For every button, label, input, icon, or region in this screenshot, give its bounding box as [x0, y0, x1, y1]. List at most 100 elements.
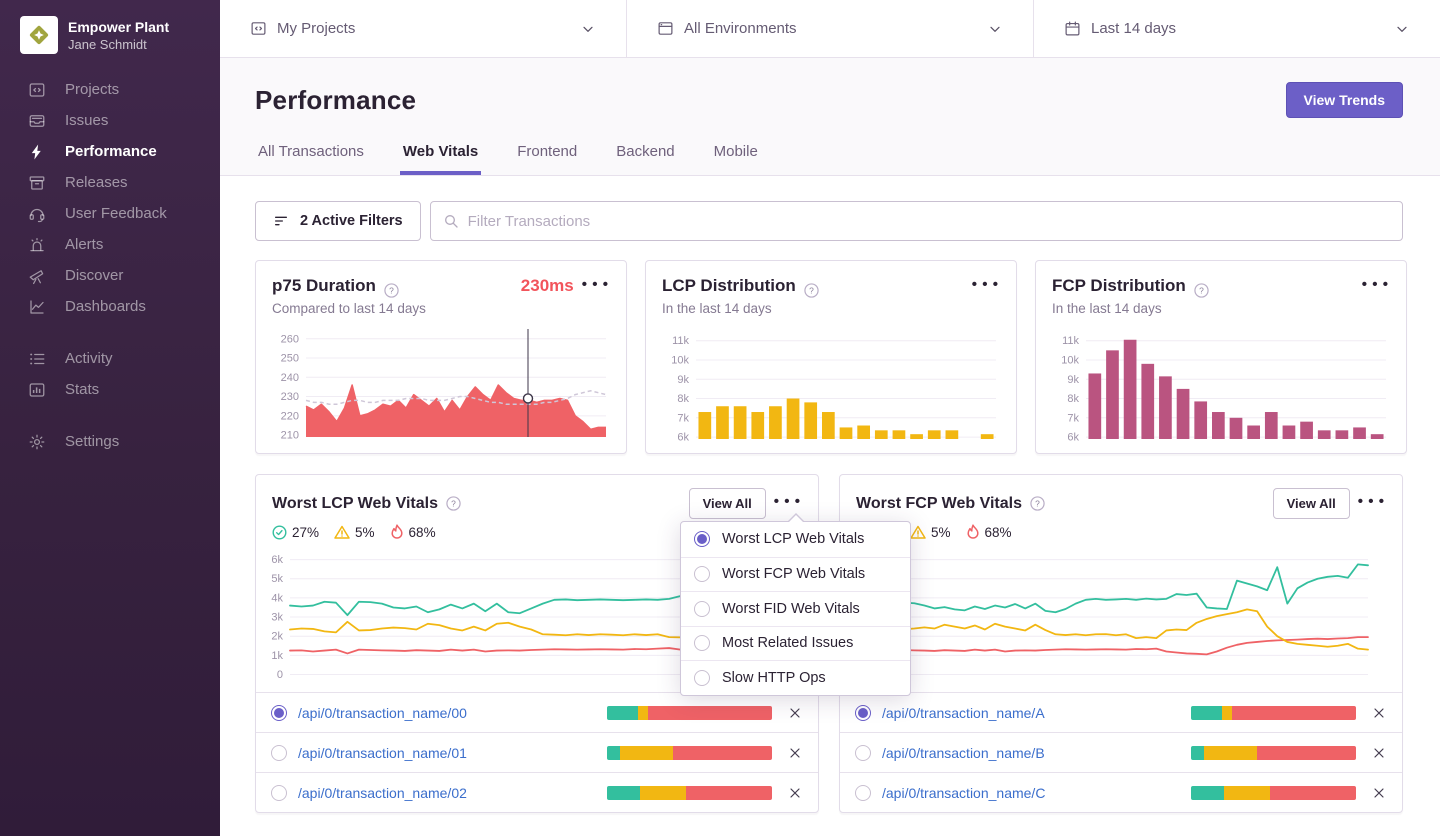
projects-icon [250, 20, 267, 37]
close-icon [1371, 705, 1387, 721]
meh-segment [1222, 706, 1232, 720]
menu-item-worst-lcp[interactable]: Worst LCP Web Vitals [681, 522, 910, 557]
tab-frontend[interactable]: Frontend [514, 143, 580, 175]
sidebar-item-label: Activity [65, 350, 113, 367]
environment-filter-value: All Environments [684, 20, 797, 37]
svg-text:10k: 10k [1061, 354, 1079, 366]
sidebar-item-performance[interactable]: Performance [0, 136, 220, 167]
meh-segment [620, 746, 673, 760]
svg-text:3k: 3k [271, 612, 283, 624]
transaction-link[interactable]: /api/0/transaction_name/00 [298, 705, 467, 721]
active-filters-button[interactable]: 2 Active Filters [255, 201, 421, 241]
good-segment [1191, 706, 1222, 720]
sidebar-item-label: Projects [65, 81, 119, 98]
environments-icon [657, 20, 674, 37]
svg-text:11k: 11k [672, 335, 689, 347]
nav-group-divider [0, 322, 220, 343]
project-filter-dropdown[interactable]: My Projects [220, 0, 626, 57]
sidebar-item-settings[interactable]: Settings [0, 426, 220, 457]
sidebar-item-discover[interactable]: Discover [0, 260, 220, 291]
remove-row-button[interactable] [1367, 745, 1387, 761]
good-segment [1191, 786, 1224, 800]
activity-icon [28, 350, 46, 368]
menu-item-most-related-issues[interactable]: Most Related Issues [681, 626, 910, 661]
poor-segment [1257, 746, 1356, 760]
card-overflow-menu-button[interactable]: • • • [1362, 275, 1390, 298]
menu-item-worst-fcp[interactable]: Worst FCP Web Vitals [681, 557, 910, 592]
menu-radio [694, 531, 710, 547]
search-input[interactable] [468, 213, 1390, 230]
tab-all-transactions[interactable]: All Transactions [255, 143, 367, 175]
menu-item-slow-http-ops[interactable]: Slow HTTP Ops [681, 660, 910, 695]
settings-icon [28, 433, 46, 451]
remove-row-button[interactable] [783, 705, 803, 721]
svg-text:260: 260 [281, 333, 299, 345]
help-icon[interactable]: ? [1194, 283, 1209, 298]
help-icon[interactable]: ? [1030, 496, 1045, 511]
org-name: Empower Plant [68, 19, 169, 35]
vitals-distribution-bar [1191, 786, 1356, 800]
sidebar-item-projects[interactable]: Projects [0, 74, 220, 105]
app-window: Empower Plant Jane Schmidt Projects Issu… [0, 0, 1440, 836]
remove-row-button[interactable] [1367, 705, 1387, 721]
row-radio[interactable] [271, 705, 287, 721]
remove-row-button[interactable] [1367, 785, 1387, 801]
poor-segment [673, 746, 772, 760]
transaction-link[interactable]: /api/0/transaction_name/01 [298, 745, 467, 761]
help-icon[interactable]: ? [384, 283, 399, 298]
sidebar-item-releases[interactable]: Releases [0, 167, 220, 198]
transaction-link[interactable]: /api/0/transaction_name/02 [298, 785, 467, 801]
remove-row-button[interactable] [783, 785, 803, 801]
help-icon[interactable]: ? [446, 496, 461, 511]
row-radio[interactable] [271, 745, 287, 761]
card-title: Worst FCP Web Vitals [856, 495, 1022, 513]
worst-fcp-web-vitals-card: Worst FCP Web Vitals ? View All • • • 5%… [839, 474, 1403, 813]
menu-item-label: Worst FID Web Vitals [722, 601, 860, 617]
transaction-link[interactable]: /api/0/transaction_name/B [882, 745, 1045, 761]
transaction-list: /api/0/transaction_name/00 /api/0/transa… [256, 692, 818, 812]
vitals-distribution-bar [1191, 706, 1356, 720]
svg-text:240: 240 [281, 372, 299, 384]
transaction-link[interactable]: /api/0/transaction_name/A [882, 705, 1045, 721]
lcp-distribution-chart: 6k7k8k9k10k11k [662, 325, 1000, 445]
badge-value: 5% [931, 525, 951, 540]
sidebar-item-stats[interactable]: Stats [0, 374, 220, 405]
view-all-button[interactable]: View All [1273, 488, 1350, 519]
table-row: /api/0/transaction_name/A [840, 692, 1402, 732]
card-overflow-menu-button[interactable]: • • • [1358, 492, 1386, 515]
menu-item-worst-fid[interactable]: Worst FID Web Vitals [681, 591, 910, 626]
sidebar-item-alerts[interactable]: Alerts [0, 229, 220, 260]
card-overflow-menu-button[interactable]: • • • [972, 275, 1000, 298]
user-name: Jane Schmidt [68, 37, 169, 52]
card-overflow-menu-button[interactable]: • • • [774, 492, 802, 515]
row-radio[interactable] [855, 745, 871, 761]
date-range-dropdown[interactable]: Last 14 days [1033, 0, 1440, 57]
tab-mobile[interactable]: Mobile [711, 143, 761, 175]
help-icon[interactable]: ? [804, 283, 819, 298]
svg-text:6k: 6k [677, 432, 689, 444]
tab-web-vitals[interactable]: Web Vitals [400, 143, 481, 175]
view-trends-button[interactable]: View Trends [1286, 82, 1403, 118]
worst-fcp-chart: 01k2k3k4k5k6k [840, 542, 1372, 692]
card-overflow-menu-button[interactable]: • • • [582, 275, 610, 298]
sidebar-item-dashboards[interactable]: Dashboards [0, 291, 220, 322]
view-all-button[interactable]: View All [689, 488, 766, 519]
row-radio[interactable] [271, 785, 287, 801]
org-switcher[interactable]: Empower Plant Jane Schmidt [0, 16, 220, 74]
row-radio[interactable] [855, 785, 871, 801]
tab-backend[interactable]: Backend [613, 143, 677, 175]
menu-radio [694, 635, 710, 651]
transaction-link[interactable]: /api/0/transaction_name/C [882, 785, 1045, 801]
remove-row-button[interactable] [783, 745, 803, 761]
sidebar-item-issues[interactable]: Issues [0, 105, 220, 136]
row-radio[interactable] [855, 705, 871, 721]
stats-icon [28, 381, 46, 399]
badge-value: 68% [985, 525, 1012, 540]
search-icon [443, 213, 459, 229]
good-segment [607, 746, 620, 760]
active-filters-label: 2 Active Filters [300, 213, 403, 229]
card-subtitle: In the last 14 days [1052, 301, 1390, 316]
environment-filter-dropdown[interactable]: All Environments [626, 0, 1033, 57]
sidebar-item-user-feedback[interactable]: User Feedback [0, 198, 220, 229]
sidebar-item-activity[interactable]: Activity [0, 343, 220, 374]
